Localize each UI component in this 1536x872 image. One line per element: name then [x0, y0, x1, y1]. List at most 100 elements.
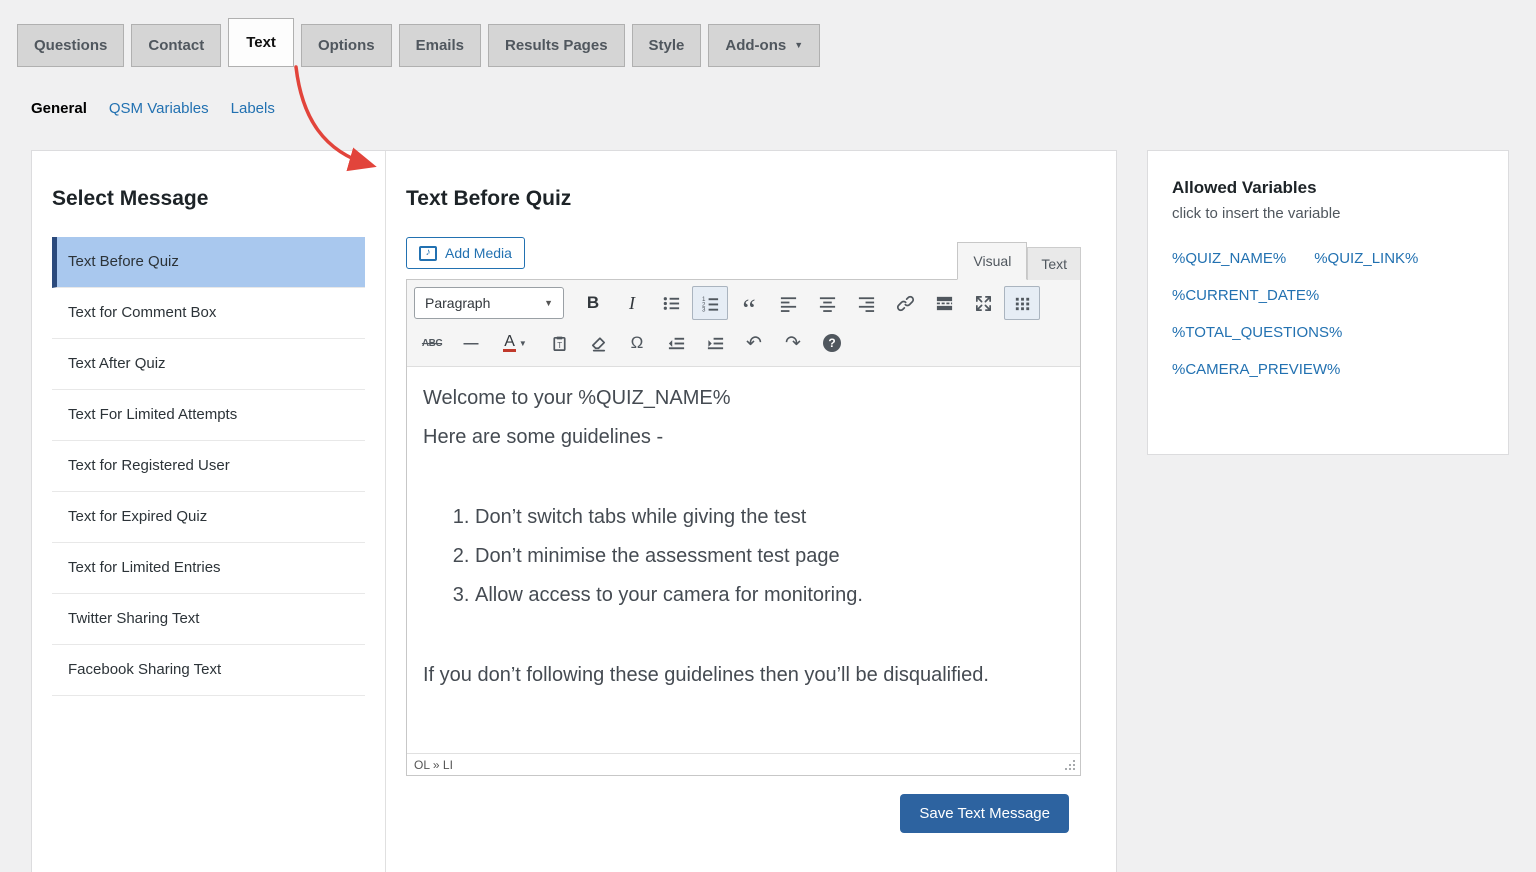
editor-header: ♪ Add Media Visual Text — [406, 237, 1081, 280]
allowed-variables-panel: Allowed Variables click to insert the va… — [1147, 150, 1509, 455]
undo-button[interactable]: ↶ — [736, 326, 772, 360]
align-left-button[interactable] — [770, 286, 806, 320]
paste-as-text-button[interactable]: T — [541, 326, 577, 360]
save-text-message-button[interactable]: Save Text Message — [900, 794, 1069, 833]
text-settings-panel: Select Message Text Before Quiz Text for… — [31, 150, 1117, 872]
editor-content-area[interactable]: Welcome to your %QUIZ_NAME% Here are som… — [407, 367, 1080, 753]
fullscreen-button[interactable] — [965, 286, 1001, 320]
outdent-icon — [668, 337, 684, 349]
tab-questions[interactable]: Questions — [17, 24, 125, 67]
select-message-title: Select Message — [52, 187, 209, 210]
message-item-facebook-sharing[interactable]: Facebook Sharing Text — [52, 645, 365, 696]
content-line: Welcome to your %QUIZ_NAME% — [423, 387, 731, 409]
align-left-icon — [780, 296, 796, 312]
message-item-text-after-quiz[interactable]: Text After Quiz — [52, 339, 365, 390]
chevron-down-icon: ▼ — [518, 338, 527, 348]
message-list: Text Before Quiz Text for Comment Box Te… — [52, 237, 365, 696]
paragraph-dropdown[interactable]: Paragraph ▼ — [414, 287, 564, 319]
fullscreen-icon — [975, 295, 991, 311]
indent-button[interactable] — [697, 326, 733, 360]
visual-mode-tab[interactable]: Visual — [957, 242, 1028, 280]
editor-statusbar: OL » LI — [407, 753, 1080, 775]
blockquote-icon: “ — [742, 293, 756, 326]
blockquote-button[interactable]: “ — [731, 286, 767, 326]
bullet-list-button[interactable] — [653, 286, 689, 320]
align-center-button[interactable] — [809, 286, 845, 320]
allowed-variables-title: Allowed Variables — [1172, 178, 1317, 197]
subnav-general[interactable]: General — [31, 100, 87, 117]
svg-text:T: T — [557, 340, 562, 349]
toolbar-row-2: ABC — A ▼ T Ω ↶ ↷ ? — [412, 323, 1075, 363]
subnav-labels[interactable]: Labels — [231, 100, 275, 117]
strikethrough-button[interactable]: ABC — [414, 326, 450, 360]
content-list-item: Allow access to your camera for monitori… — [475, 576, 1064, 615]
omega-icon: Ω — [630, 333, 644, 352]
main-tabs: Questions Contact Text Options Emails Re… — [17, 18, 821, 67]
link-button[interactable] — [887, 286, 923, 320]
chevron-down-icon: ▼ — [544, 298, 553, 308]
variable-list: %QUIZ_NAME% %QUIZ_LINK% %CURRENT_DATE% %… — [1172, 250, 1494, 378]
align-right-button[interactable] — [848, 286, 884, 320]
tab-text[interactable]: Text — [228, 18, 294, 67]
strikethrough-icon: ABC — [421, 337, 443, 349]
numbered-list-button[interactable]: 123 — [692, 286, 728, 320]
subnav-qsm-variables[interactable]: QSM Variables — [109, 100, 209, 117]
tab-results-pages[interactable]: Results Pages — [487, 24, 625, 67]
paste-as-text-icon: T — [552, 336, 566, 351]
message-item-registered-user[interactable]: Text for Registered User — [52, 441, 365, 492]
resize-grip-icon — [1065, 759, 1075, 770]
wysiwyg-editor: Paragraph ▼ B I 123 “ ABC — A ▼ T Ω ↶ ↷ … — [406, 279, 1081, 776]
message-item-comment-box[interactable]: Text for Comment Box — [52, 288, 365, 339]
italic-button[interactable]: I — [614, 286, 650, 320]
tab-emails[interactable]: Emails — [398, 24, 481, 67]
text-mode-tab[interactable]: Text — [1027, 247, 1081, 280]
message-item-twitter-sharing[interactable]: Twitter Sharing Text — [52, 594, 365, 645]
text-color-button[interactable]: A ▼ — [492, 326, 538, 360]
bold-icon: B — [586, 293, 600, 312]
chevron-down-icon: ▼ — [794, 40, 804, 50]
special-character-button[interactable]: Ω — [619, 326, 655, 360]
variable-quiz-link[interactable]: %QUIZ_LINK% — [1314, 250, 1418, 267]
message-item-expired-quiz[interactable]: Text for Expired Quiz — [52, 492, 365, 543]
help-icon: ? — [823, 334, 841, 352]
outdent-button[interactable] — [658, 326, 694, 360]
tab-options[interactable]: Options — [300, 24, 392, 67]
variable-total-questions[interactable]: %TOTAL_QUESTIONS% — [1172, 324, 1342, 341]
select-message-column: Select Message Text Before Quiz Text for… — [32, 151, 386, 872]
italic-icon: I — [629, 292, 635, 313]
content-list-item: Don’t minimise the assessment test page — [475, 537, 1064, 576]
message-item-text-before-quiz[interactable]: Text Before Quiz — [52, 237, 365, 288]
subnav: General QSM Variables Labels — [31, 100, 275, 117]
horizontal-rule-button[interactable]: — — [453, 326, 489, 360]
content-ordered-list: Don’t switch tabs while giving the test … — [423, 498, 1064, 615]
link-icon — [896, 295, 914, 311]
editor-resize-handle[interactable] — [1064, 759, 1076, 771]
editor-column: Text Before Quiz ♪ Add Media Visual Text… — [386, 151, 1116, 872]
help-button[interactable]: ? — [814, 326, 850, 360]
add-media-button[interactable]: ♪ Add Media — [406, 237, 525, 269]
numbered-list-icon: 123 — [701, 296, 718, 313]
read-more-button[interactable] — [926, 286, 962, 320]
message-item-limited-attempts[interactable]: Text For Limited Attempts — [52, 390, 365, 441]
tab-contact[interactable]: Contact — [131, 24, 222, 67]
undo-icon: ↶ — [746, 332, 762, 354]
toolbar-toggle-icon — [1015, 297, 1029, 310]
variable-quiz-name[interactable]: %QUIZ_NAME% — [1172, 250, 1286, 267]
message-item-limited-entries[interactable]: Text for Limited Entries — [52, 543, 365, 594]
horizontal-rule-icon: — — [463, 334, 479, 352]
clear-formatting-button[interactable] — [580, 326, 616, 360]
variable-current-date[interactable]: %CURRENT_DATE% — [1172, 287, 1319, 304]
variable-camera-preview[interactable]: %CAMERA_PREVIEW% — [1172, 361, 1340, 378]
tab-add-ons[interactable]: Add-ons ▼ — [708, 24, 821, 67]
content-list-item: Don’t switch tabs while giving the test — [475, 498, 1064, 537]
tab-style[interactable]: Style — [631, 24, 702, 67]
redo-icon: ↷ — [785, 332, 801, 354]
align-right-icon — [858, 296, 874, 312]
editor-mode-tabs: Visual Text — [957, 242, 1081, 280]
content-line: Here are some guidelines - — [423, 426, 664, 448]
align-center-icon — [819, 296, 835, 312]
bold-button[interactable]: B — [575, 286, 611, 320]
toolbar-toggle-button[interactable] — [1004, 286, 1040, 320]
redo-button[interactable]: ↷ — [775, 326, 811, 360]
media-icon: ♪ — [419, 245, 437, 261]
